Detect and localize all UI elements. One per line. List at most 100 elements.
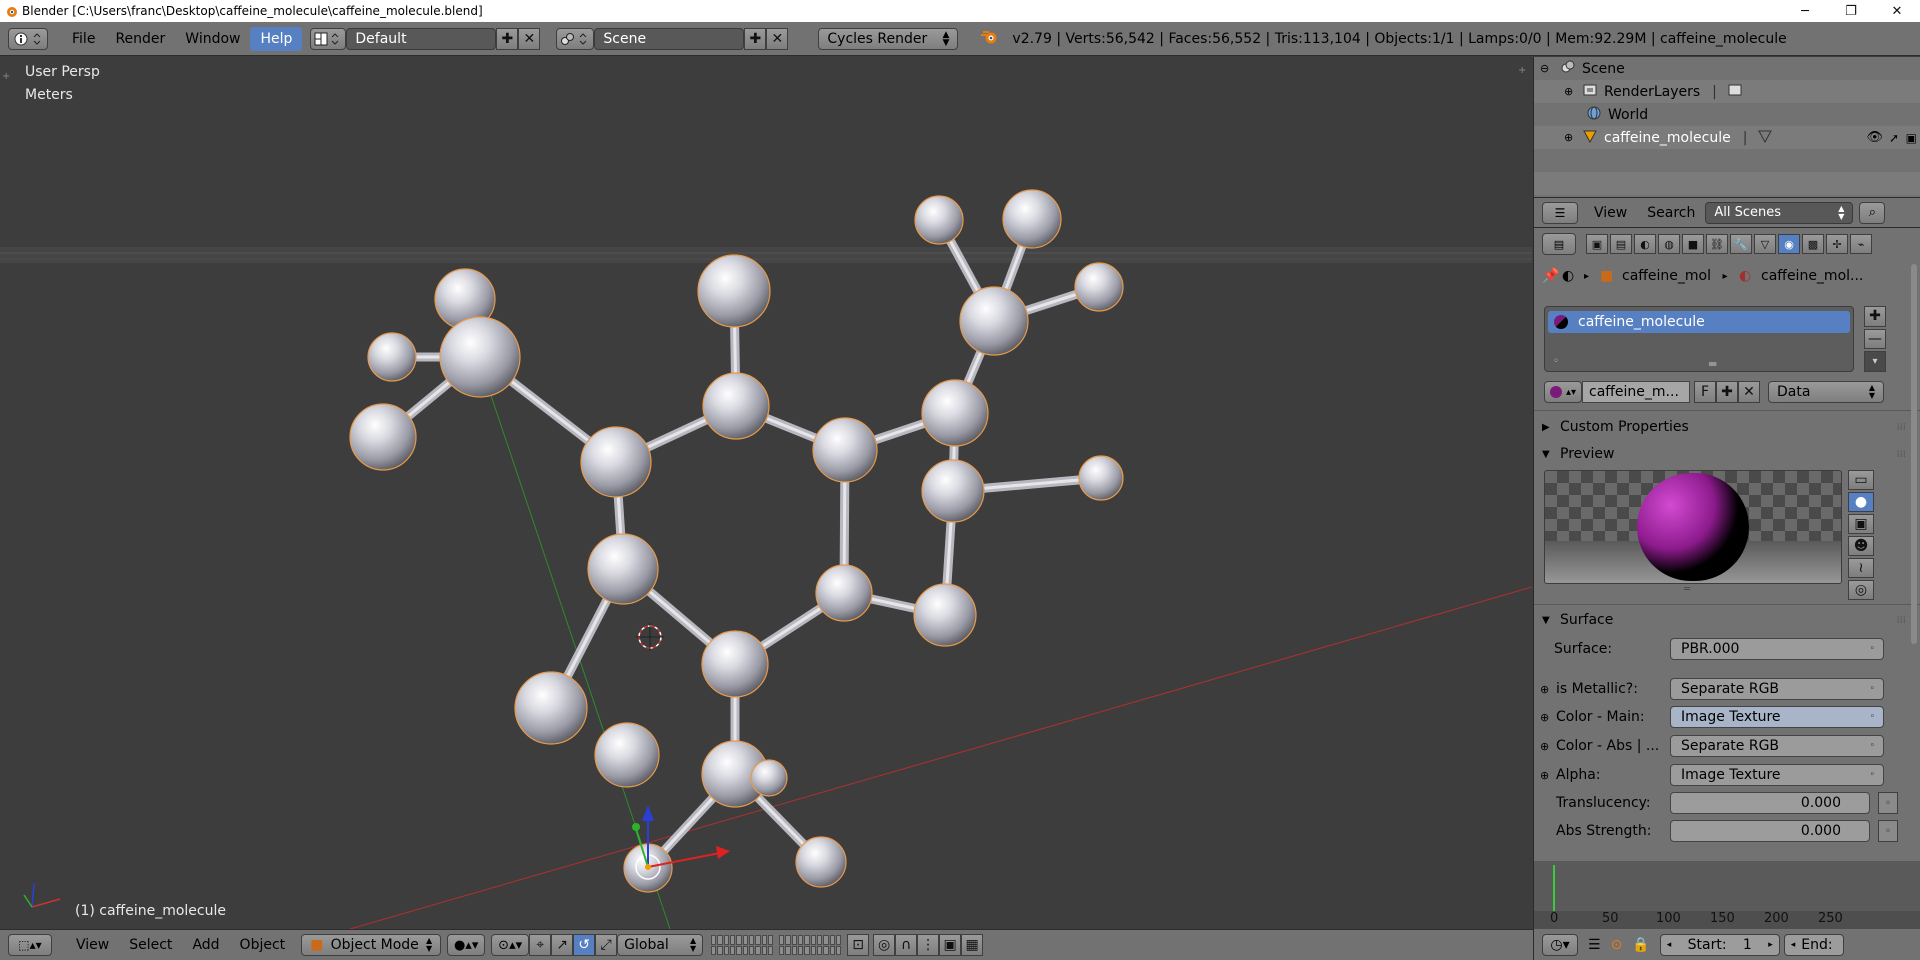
- manipulator-toggle-button[interactable]: ⌖: [529, 934, 552, 956]
- menu-file[interactable]: File: [62, 27, 105, 51]
- layer-button[interactable]: [761, 945, 767, 955]
- layer-button[interactable]: [730, 935, 736, 945]
- outliner-item-world[interactable]: World: [1534, 103, 1920, 126]
- delete-scene-button[interactable]: ✕: [766, 27, 789, 50]
- fake-user-button[interactable]: F: [1694, 381, 1716, 403]
- preview-resize-grip-icon[interactable]: ═: [1684, 584, 1690, 595]
- layer-buttons-1[interactable]: [711, 935, 774, 955]
- layer-button[interactable]: [829, 945, 835, 955]
- atom-sphere-8[interactable]: [1074, 262, 1124, 312]
- translucency-slider[interactable]: 0.000: [1670, 792, 1870, 814]
- proportional-editing-button[interactable]: ◎: [873, 934, 896, 956]
- preview-world-button[interactable]: ◎: [1848, 580, 1874, 600]
- lock-layers-button[interactable]: ⊡: [847, 934, 870, 956]
- expand-input-icon[interactable]: ⊕: [1540, 711, 1556, 724]
- add-scene-button[interactable]: ✚: [744, 27, 767, 50]
- snap-toggle-button[interactable]: ∩: [895, 934, 918, 956]
- layer-button[interactable]: [779, 935, 785, 945]
- render-engine-dropdown[interactable]: Cycles Render ▲ ▼: [818, 27, 959, 50]
- properties-editor[interactable]: ▤ ▣ ▤ ◐ ◍ ■ ⛓ 🔧 ▽ ◉ ▩ ✢ ⌁ 📌 ◐ ▸ ■ caffeine_mol ▸ ◐ …: [1534, 227, 1920, 861]
- constraints-tab-icon[interactable]: ⛓: [1706, 234, 1728, 254]
- decrement-icon[interactable]: ◂: [1791, 940, 1796, 950]
- layer-button[interactable]: [804, 945, 810, 955]
- layer-button[interactable]: [736, 945, 742, 955]
- rotate-manipulator-button[interactable]: ↺: [573, 934, 596, 956]
- outliner-view-menu[interactable]: View: [1584, 205, 1637, 221]
- atom-sphere-14[interactable]: [1078, 455, 1124, 501]
- menu-view[interactable]: View: [66, 937, 119, 953]
- outliner-item-renderlayers[interactable]: ⊕ RenderLayers |: [1534, 80, 1920, 103]
- layer-button[interactable]: [711, 945, 717, 955]
- outliner-display-filter[interactable]: All Scenes ▲ ▼: [1705, 201, 1854, 224]
- preview-hair-button[interactable]: ≀: [1848, 558, 1874, 578]
- abs-strength-slider[interactable]: 0.000: [1670, 820, 1870, 842]
- expand-input-icon[interactable]: ⊕: [1540, 683, 1556, 696]
- keyframe-button[interactable]: ◦: [1878, 792, 1898, 814]
- layer-button[interactable]: [761, 935, 767, 945]
- transform-orientation-dropdown[interactable]: Global ▲ ▼: [617, 934, 704, 956]
- add-material-slot-button[interactable]: ✚: [1864, 306, 1886, 327]
- layer-button[interactable]: [835, 945, 842, 955]
- atom-sphere-9[interactable]: [959, 286, 1029, 356]
- layer-button[interactable]: [816, 945, 823, 955]
- viewport-editor-type-button[interactable]: ⬚▴▾: [8, 934, 52, 956]
- scene-tab-icon[interactable]: ◐: [1634, 234, 1656, 254]
- layer-button[interactable]: [711, 935, 717, 945]
- screen-layout-field[interactable]: Default: [346, 27, 497, 50]
- list-filter-icon[interactable]: ◦: [1553, 356, 1559, 367]
- input-link-field[interactable]: Image Texture ◦: [1670, 764, 1884, 786]
- layer-button[interactable]: [717, 945, 723, 955]
- layer-button[interactable]: [823, 945, 829, 955]
- outliner-editor-type-button[interactable]: ☰: [1542, 201, 1578, 224]
- surface-shader-field[interactable]: PBR.000 ◦: [1670, 638, 1884, 660]
- atom-sphere-5[interactable]: [702, 372, 770, 440]
- layer-button[interactable]: [810, 935, 816, 945]
- layer-button[interactable]: [755, 935, 761, 945]
- expand-icon[interactable]: ⊕: [1564, 131, 1578, 144]
- drag-grip-icon[interactable]: ⁞⁞⁞: [1896, 449, 1906, 460]
- layer-button[interactable]: [748, 935, 755, 945]
- end-frame-field[interactable]: ◂ End:: [1783, 933, 1844, 956]
- layer-button[interactable]: [742, 935, 748, 945]
- layer-button[interactable]: [829, 935, 835, 945]
- layer-button[interactable]: [810, 945, 816, 955]
- menu-help[interactable]: Help: [250, 26, 303, 51]
- render-animation-button[interactable]: ▦: [961, 934, 984, 956]
- layer-button[interactable]: [730, 945, 736, 955]
- renderability-camera-icon[interactable]: ▣: [1906, 131, 1917, 145]
- atom-sphere-17[interactable]: [913, 583, 977, 647]
- layer-button[interactable]: [823, 935, 829, 945]
- object-tab-icon[interactable]: ■: [1682, 234, 1704, 254]
- viewport-shading-button[interactable]: ●▴▾: [447, 934, 486, 956]
- modifiers-tab-icon[interactable]: 🔧: [1730, 234, 1752, 254]
- drag-grip-icon[interactable]: ⁞⁞⁞: [1896, 615, 1906, 626]
- atom-sphere-20[interactable]: [594, 722, 660, 788]
- list-resize-grip-icon[interactable]: ═: [1709, 357, 1716, 371]
- atom-sphere-23[interactable]: [795, 836, 847, 888]
- 3d-viewport[interactable]: User Persp Meters (1) caffeine_molecule …: [0, 57, 1532, 929]
- preview-cube-button[interactable]: ▣: [1848, 514, 1874, 534]
- layer-button[interactable]: [717, 935, 723, 945]
- atom-sphere-15[interactable]: [587, 533, 659, 605]
- pin-icon[interactable]: 📌: [1542, 268, 1562, 284]
- input-link-field[interactable]: Separate RGB ◦: [1670, 678, 1884, 700]
- lock-icon[interactable]: 🔒: [1632, 937, 1649, 953]
- layer-button[interactable]: [723, 945, 730, 955]
- menu-add[interactable]: Add: [182, 937, 229, 953]
- texture-tab-icon[interactable]: ▩: [1802, 234, 1824, 254]
- delete-screen-layout-button[interactable]: ✕: [518, 27, 541, 50]
- outliner-search-menu[interactable]: Search: [1637, 205, 1705, 221]
- editor-type-info-button[interactable]: [8, 27, 48, 50]
- atom-sphere-16[interactable]: [815, 564, 873, 622]
- timeline-editor[interactable]: 0 50 100 150 200 250: [1533, 861, 1920, 929]
- render-layers-tab-icon[interactable]: ▤: [1610, 234, 1632, 254]
- atom-sphere-13[interactable]: [921, 459, 985, 523]
- input-link-field[interactable]: Separate RGB ◦: [1670, 735, 1884, 757]
- scale-manipulator-button[interactable]: ⤢: [595, 934, 618, 956]
- close-button[interactable]: ✕: [1874, 0, 1920, 22]
- maximize-button[interactable]: ❐: [1828, 0, 1874, 22]
- layer-button[interactable]: [798, 945, 804, 955]
- decrement-icon[interactable]: ◂: [1667, 940, 1672, 950]
- data-tab-icon[interactable]: ▽: [1754, 234, 1776, 254]
- minimize-button[interactable]: ─: [1782, 0, 1828, 22]
